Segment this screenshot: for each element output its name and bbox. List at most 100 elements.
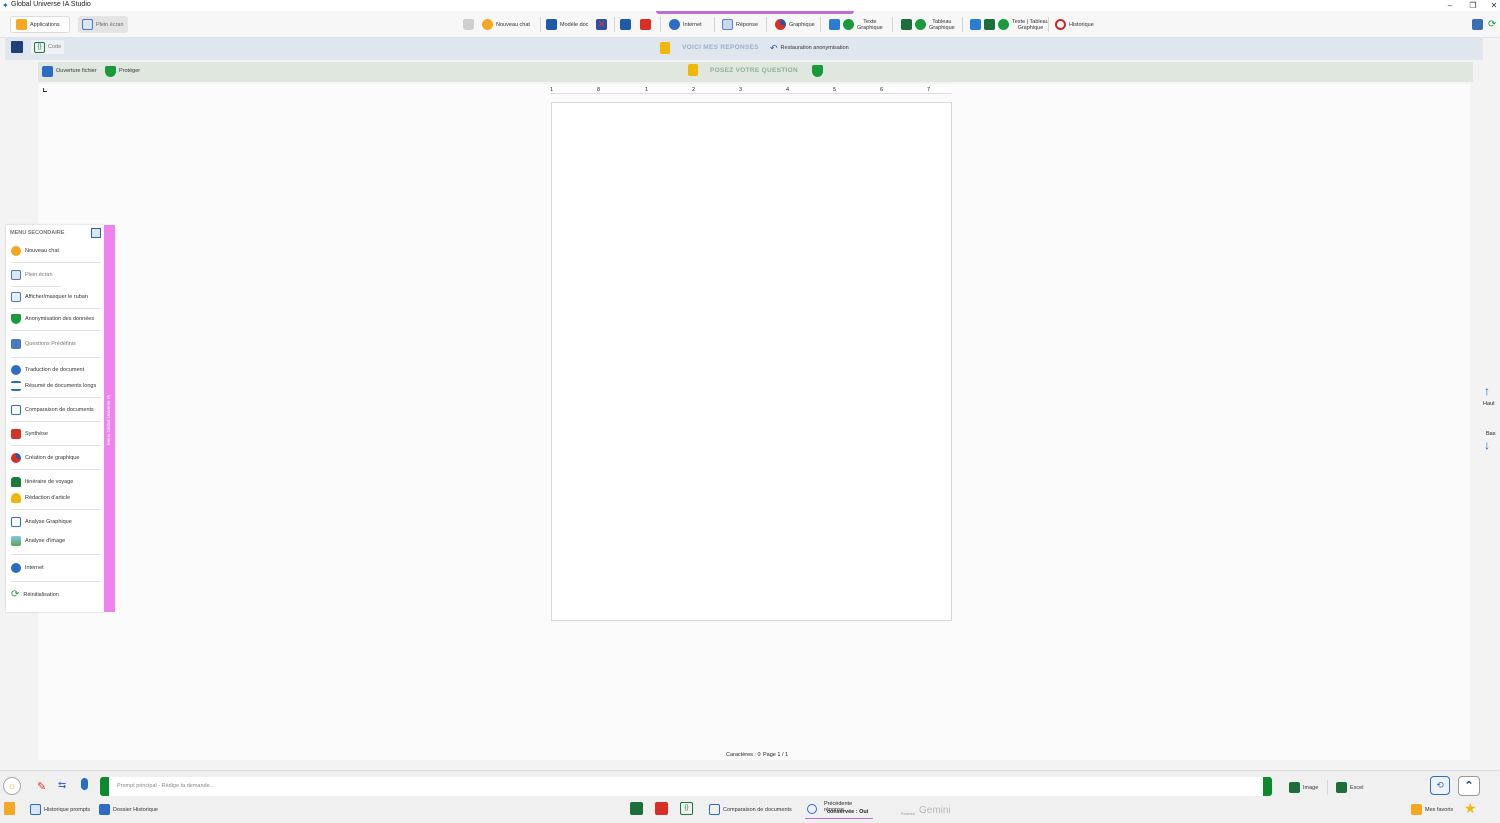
applications-button[interactable]: Applications (10, 16, 70, 33)
assistant-icon[interactable]: ☼ (3, 777, 21, 795)
internet-label: Internet (683, 21, 702, 28)
restore-button[interactable]: ❐ (1463, 0, 1483, 11)
history-small-icon (807, 804, 817, 814)
favorites-button[interactable]: Mes favoris (1411, 801, 1453, 818)
ruler-mark: 1 (550, 87, 554, 93)
ruler[interactable]: 1 8 1 2 3 4 5 6 7 (550, 87, 952, 94)
template-doc-button[interactable]: Modèle doc (546, 16, 588, 33)
arrow-down-icon[interactable]: ↓ (1484, 438, 1490, 452)
compare-documents-button[interactable]: Comparaison de documents (709, 801, 792, 818)
previous-response-toggle[interactable]: Précédente réponse conservée : Oui (805, 800, 873, 819)
menu-item-toggle-ribbon[interactable]: Afficher/masquer le ruban (11, 292, 88, 302)
code-export-icon[interactable]: {} (680, 802, 693, 815)
response-button[interactable]: Réponse (722, 16, 758, 33)
menu-divider (11, 308, 101, 309)
chart-analysis-icon (11, 517, 21, 527)
menu-side-strip[interactable]: Menu Global Universe IA (104, 225, 115, 612)
menu-item-internet[interactable]: Internet (11, 563, 44, 573)
swap-icon[interactable]: ⇆ (58, 780, 66, 791)
menu-item-chart[interactable]: Création de graphique (11, 453, 79, 463)
menu-item-fullscreen[interactable]: Plein écran (11, 270, 53, 280)
table-chart-button[interactable]: Tableau Graphique (901, 16, 955, 33)
response-label: Réponse (736, 21, 759, 28)
internet-button[interactable]: Internet (669, 16, 702, 33)
ribbon-divider (660, 17, 661, 32)
menu-item-article[interactable]: Rédaction d'article (11, 493, 70, 503)
refresh-button[interactable]: ⟳ (1488, 16, 1496, 33)
notebook-icon[interactable] (4, 802, 15, 815)
ruler-mark: 6 (880, 87, 884, 93)
menu-item-compare[interactable]: Comparaison de documents (11, 405, 94, 415)
text-table-chart-button[interactable]: Texte | Tableau Graphique (970, 16, 1049, 33)
text-chart-label: Texte Graphique (857, 18, 883, 31)
word-export-button[interactable] (620, 16, 631, 33)
history-button[interactable]: Historique (1055, 16, 1094, 33)
history-label: Historique (1069, 21, 1094, 28)
menu-item-synthesis[interactable]: Synthèse (11, 429, 48, 439)
excel-icon (984, 19, 995, 30)
excel-export-icon[interactable] (630, 802, 643, 815)
new-chat-button[interactable]: Nouveau chat (482, 16, 530, 33)
close-button[interactable]: ✕ (1484, 0, 1500, 11)
collapse-menu-icon[interactable] (91, 228, 101, 238)
menu-item-translation[interactable]: Traduction de document (11, 365, 84, 375)
save-icon[interactable] (11, 41, 23, 53)
pdf-icon (640, 18, 651, 30)
open-file-button[interactable]: Ouverture fichier (42, 64, 97, 78)
ribbon: Applications Plein écran Nouveau chat Mo… (0, 11, 1500, 38)
menu-strip-label: Menu Global Universe IA (106, 394, 111, 446)
character-count: Caractères : 0 (726, 752, 761, 758)
menu-divider (11, 286, 61, 287)
lock-button[interactable] (463, 16, 474, 33)
code-icon: {} (34, 41, 45, 53)
favorites-folder-icon (1411, 804, 1422, 815)
chart-button[interactable]: Graphique (775, 16, 815, 33)
menu-item-summary[interactable]: Résumé de documents longs (11, 381, 96, 391)
history-prompts-button[interactable]: Historique prompts (30, 801, 90, 818)
code-button[interactable]: {} Code (31, 40, 65, 54)
menu-item-label: Itinéraire de voyage (25, 479, 74, 485)
favorites-label: Mes favoris (1425, 806, 1454, 813)
title-bar: ✦ Global Universe IA Studio – ❐ ✕ (0, 0, 1500, 11)
protect-button[interactable]: Protéger (105, 64, 140, 78)
sun-icon (11, 246, 21, 256)
menu-item-new-chat[interactable]: Nouveau chat (11, 246, 59, 256)
menu-item-itinerary[interactable]: Itinéraire de voyage (11, 477, 73, 487)
history-prompts-label: Historique prompts (44, 806, 91, 813)
star-icon[interactable]: ★ (1464, 800, 1477, 817)
fullscreen-button[interactable]: Plein écran (78, 16, 128, 33)
writer-icon (11, 493, 21, 503)
pdf-export-icon[interactable] (655, 802, 668, 815)
restore-anonymisation-button[interactable]: ↶ Restauration anonymisation (770, 41, 849, 55)
menu-item-anonymisation[interactable]: Anonymisation des données (11, 314, 94, 324)
history-folder-button[interactable]: Dossier Historique (99, 801, 158, 818)
menu-item-reset[interactable]: ⟳ Réinitialisation (11, 590, 59, 600)
file-icon (42, 65, 53, 77)
excel-button[interactable]: Excel (1336, 779, 1363, 796)
prompt-input[interactable]: Prompt principal - Rédige ta demande... (100, 777, 1272, 796)
history-folder-label: Dossier Historique (113, 806, 158, 813)
layout-button[interactable] (1472, 16, 1483, 33)
pdf-export-button[interactable] (640, 14, 651, 34)
sun-icon (482, 19, 493, 30)
template-clear-button[interactable]: ✕ (596, 16, 607, 33)
history-restore-icon[interactable]: ⟲ (1430, 776, 1450, 795)
menu-item-image-analysis[interactable]: Analyse d'image (11, 536, 65, 546)
tab-stop-icon[interactable] (43, 88, 47, 92)
menu-item-predefined-questions[interactable]: Questions Prédéfinis (11, 339, 76, 349)
expand-up-icon[interactable]: ⌃ (1458, 776, 1480, 796)
menu-item-chart-analysis[interactable]: Analyse Graphique (11, 517, 72, 527)
microphone-icon[interactable] (81, 778, 88, 790)
text-chart-button[interactable]: Texte Graphique (829, 16, 883, 33)
template-doc-label: Modèle doc (560, 21, 589, 28)
scroll-down-label: Bas (1486, 431, 1496, 437)
document-page[interactable] (551, 102, 952, 621)
image-icon (11, 536, 21, 546)
arrow-up-icon[interactable]: ↑ (1484, 384, 1490, 398)
menu-divider (11, 469, 101, 470)
eraser-icon[interactable]: ✎ (37, 780, 46, 793)
table-chart-label: Tableau Graphique (929, 18, 955, 31)
ruler-mark: 1 (645, 87, 649, 93)
image-button[interactable]: Image (1289, 779, 1318, 796)
minimize-button[interactable]: – (1440, 0, 1460, 11)
